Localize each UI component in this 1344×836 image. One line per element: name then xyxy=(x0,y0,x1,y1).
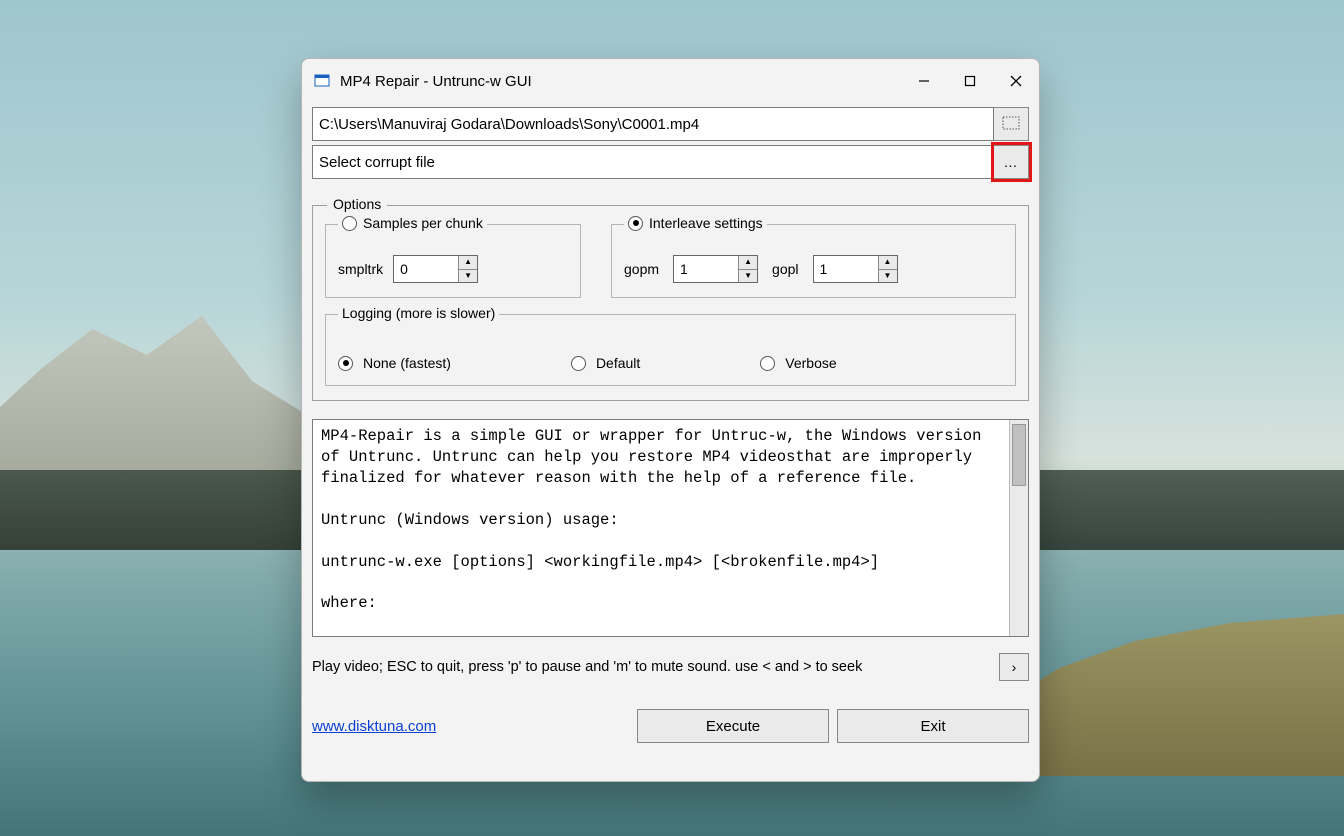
corrupt-file-input[interactable]: Select corrupt file xyxy=(312,145,994,179)
options-group: Options Samples per chunk smpltrk ▲ xyxy=(312,205,1029,401)
scrollbar-thumb[interactable] xyxy=(1012,424,1026,486)
gopl-label: gopl xyxy=(772,261,798,277)
info-panel: MP4-Repair is a simple GUI or wrapper fo… xyxy=(312,419,1029,637)
titlebar[interactable]: MP4 Repair - Untrunc-w GUI xyxy=(302,59,1039,103)
logging-none-radio[interactable] xyxy=(338,356,353,371)
samples-radio[interactable] xyxy=(342,216,357,231)
gopm-input[interactable] xyxy=(674,256,738,282)
app-window: MP4 Repair - Untrunc-w GUI C:\U xyxy=(301,58,1040,782)
samples-subgroup: Samples per chunk smpltrk ▲ ▼ xyxy=(325,224,581,298)
minimize-button[interactable] xyxy=(901,59,947,103)
spin-up-icon[interactable]: ▲ xyxy=(879,256,897,270)
close-button[interactable] xyxy=(993,59,1039,103)
spin-up-icon[interactable]: ▲ xyxy=(459,256,477,270)
corrupt-file-placeholder: Select corrupt file xyxy=(319,154,435,171)
logging-legend: Logging (more is slower) xyxy=(338,305,499,321)
chevron-right-icon: › xyxy=(1012,659,1017,675)
gopm-label: gopm xyxy=(624,261,659,277)
smpltrk-label: smpltrk xyxy=(338,261,383,277)
logging-none-label: None (fastest) xyxy=(363,355,451,371)
play-button[interactable]: › xyxy=(999,653,1029,681)
gopl-spinner[interactable]: ▲ ▼ xyxy=(813,255,898,283)
browse-corrupt-button[interactable]: … xyxy=(994,145,1029,179)
interleave-legend: Interleave settings xyxy=(649,215,763,231)
logging-default-label: Default xyxy=(596,355,640,371)
samples-legend: Samples per chunk xyxy=(363,215,483,231)
logging-subgroup: Logging (more is slower) None (fastest) … xyxy=(325,314,1016,386)
options-legend: Options xyxy=(327,196,387,212)
website-link[interactable]: www.disktuna.com xyxy=(312,718,436,735)
ellipsis-icon: … xyxy=(1004,154,1019,170)
gopm-spinner[interactable]: ▲ ▼ xyxy=(673,255,758,283)
window-title: MP4 Repair - Untrunc-w GUI xyxy=(340,73,532,90)
smpltrk-spinner[interactable]: ▲ ▼ xyxy=(393,255,478,283)
ellipsis-icon xyxy=(1002,116,1020,133)
interleave-subgroup: Interleave settings gopm ▲ ▼ gopl xyxy=(611,224,1016,298)
exit-button[interactable]: Exit xyxy=(837,709,1029,743)
interleave-radio[interactable] xyxy=(628,216,643,231)
spin-down-icon[interactable]: ▼ xyxy=(739,270,757,283)
execute-button[interactable]: Execute xyxy=(637,709,829,743)
logging-default-radio[interactable] xyxy=(571,356,586,371)
reference-file-input[interactable]: C:\Users\Manuviraj Godara\Downloads\Sony… xyxy=(312,107,994,141)
logging-verbose-radio[interactable] xyxy=(760,356,775,371)
app-icon xyxy=(314,73,330,89)
browse-reference-button[interactable] xyxy=(994,107,1029,141)
spin-up-icon[interactable]: ▲ xyxy=(739,256,757,270)
smpltrk-input[interactable] xyxy=(394,256,458,282)
desktop-background: MP4 Repair - Untrunc-w GUI C:\U xyxy=(0,0,1344,836)
gopl-input[interactable] xyxy=(814,256,878,282)
spin-down-icon[interactable]: ▼ xyxy=(879,270,897,283)
info-scrollbar[interactable] xyxy=(1009,420,1028,636)
reference-file-path: C:\Users\Manuviraj Godara\Downloads\Sony… xyxy=(319,116,699,133)
info-text[interactable]: MP4-Repair is a simple GUI or wrapper fo… xyxy=(313,420,1009,636)
logging-verbose-label: Verbose xyxy=(785,355,836,371)
spin-down-icon[interactable]: ▼ xyxy=(459,270,477,283)
maximize-button[interactable] xyxy=(947,59,993,103)
play-hint: Play video; ESC to quit, press 'p' to pa… xyxy=(312,659,862,675)
